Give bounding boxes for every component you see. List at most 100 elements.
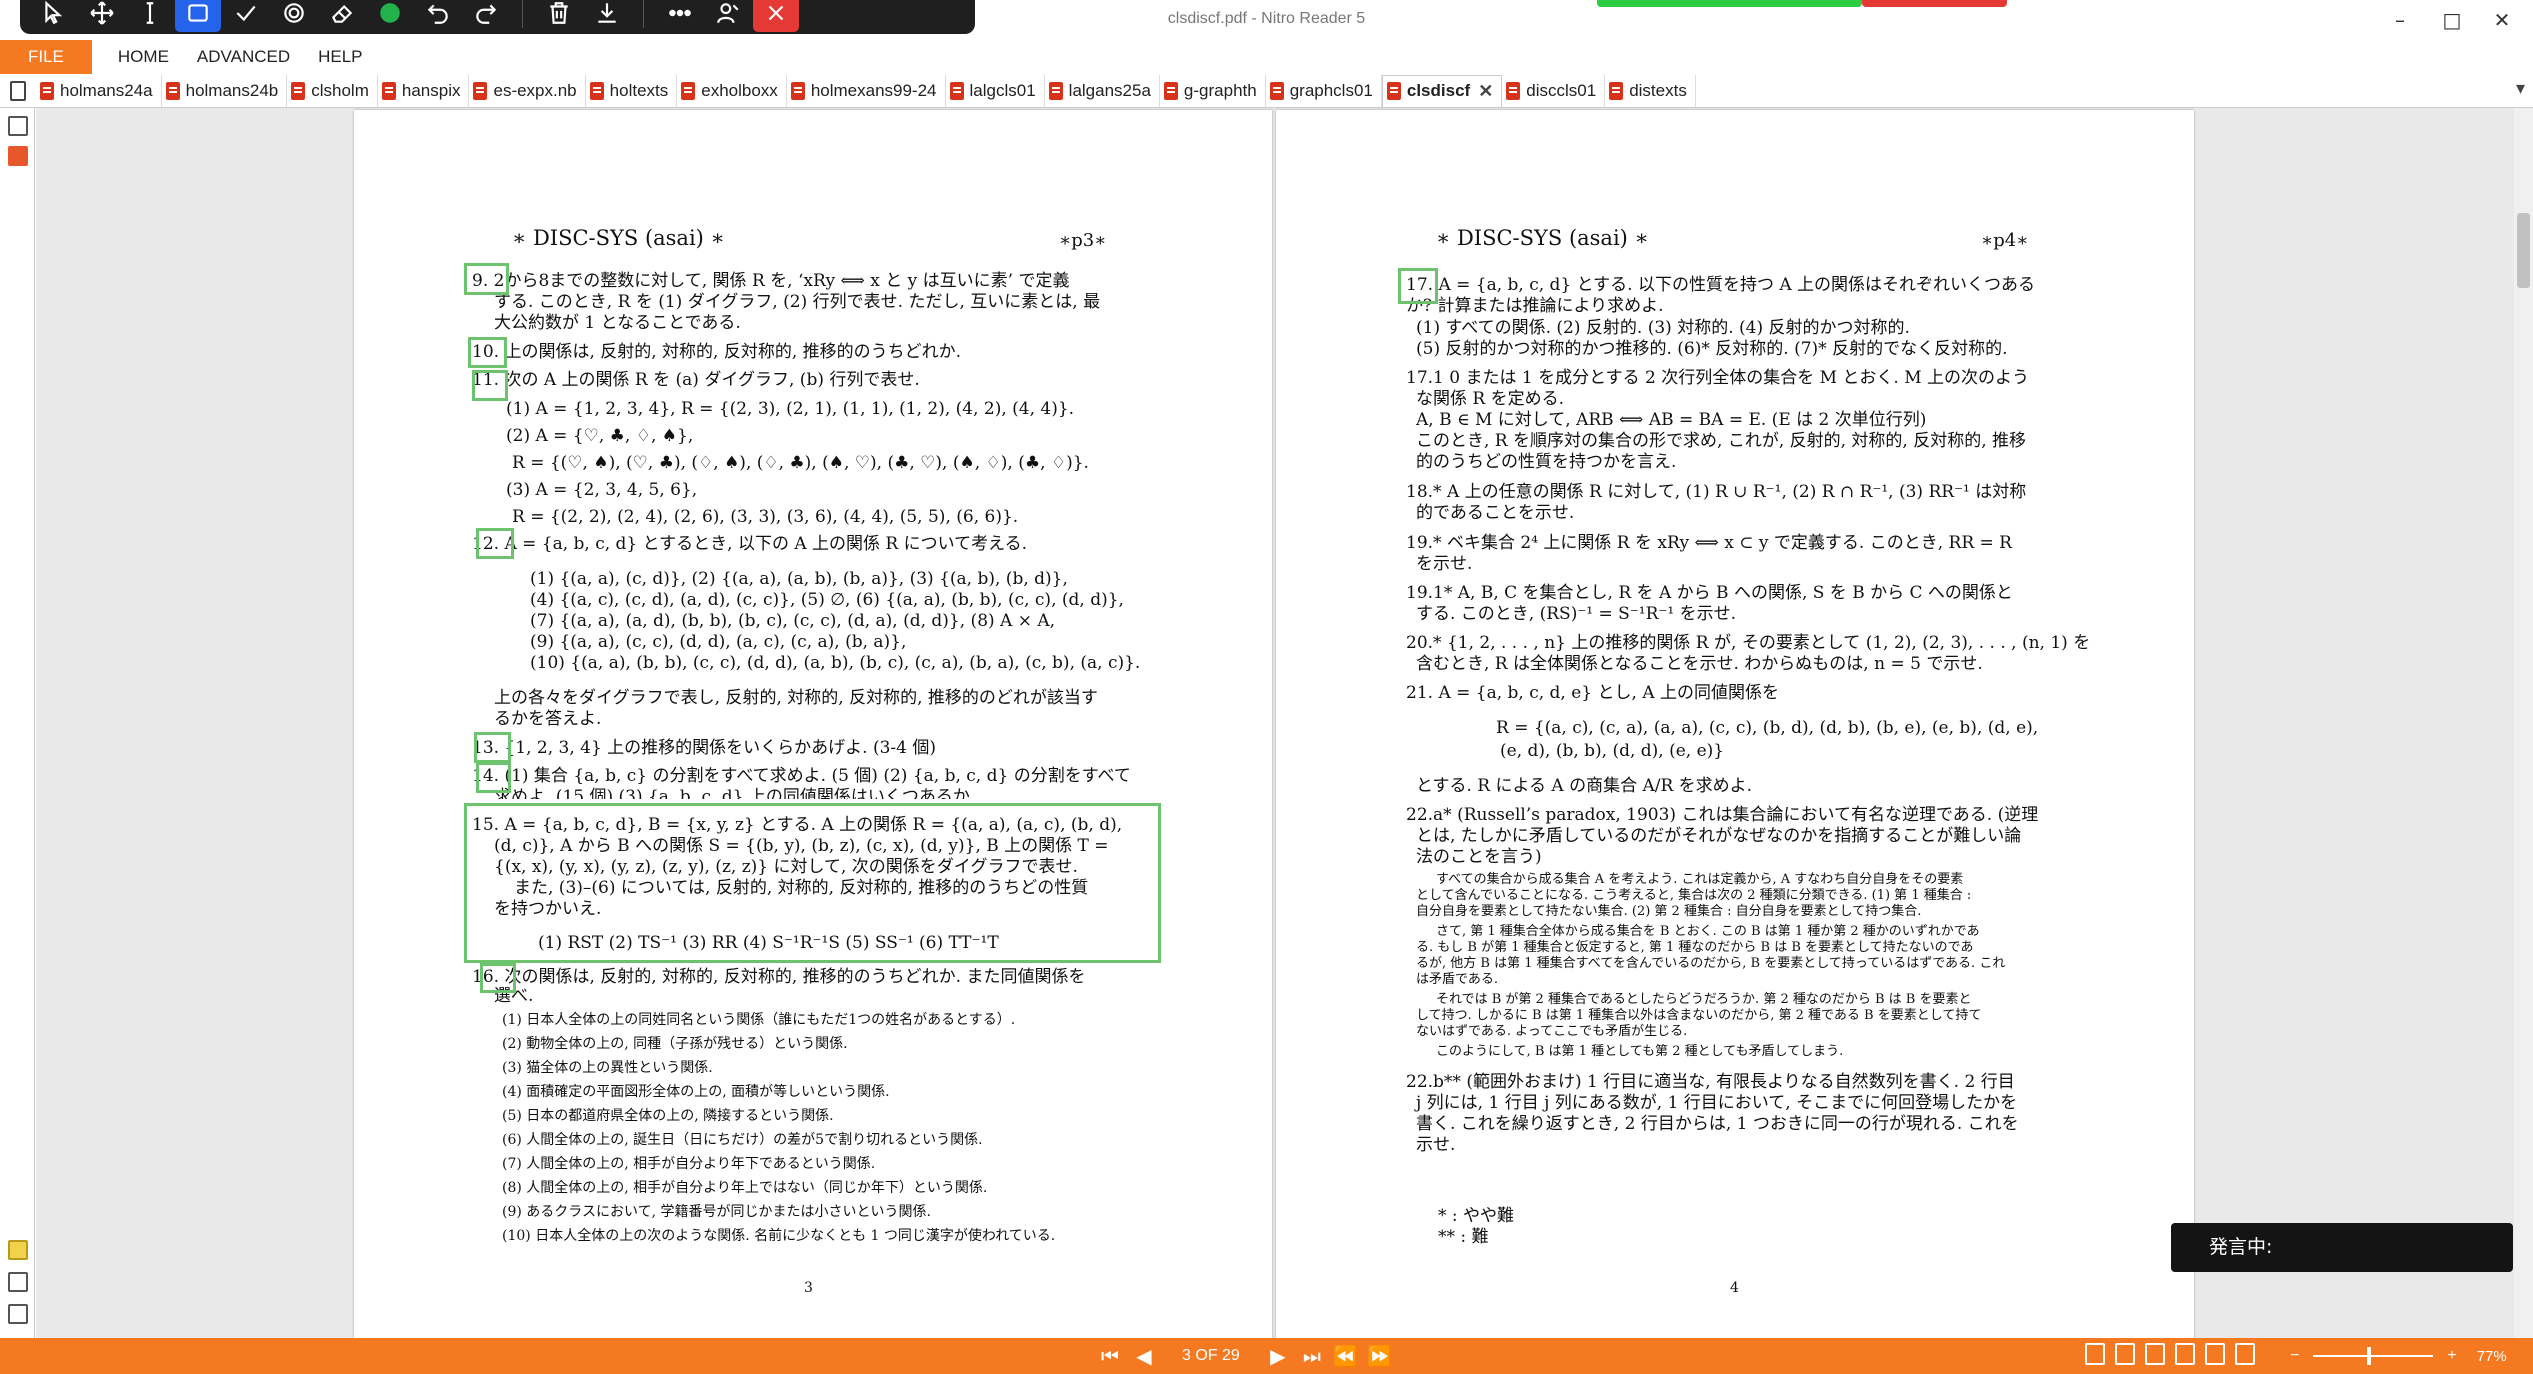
vertical-scrollbar[interactable] <box>2514 108 2533 1338</box>
fit-page-icon[interactable] <box>2205 1343 2225 1365</box>
redo-icon[interactable] <box>463 0 509 32</box>
tab-distexts[interactable]: distexts <box>1605 74 1696 107</box>
single-page-icon[interactable] <box>2085 1343 2105 1365</box>
highlight-box-13[interactable] <box>474 732 511 763</box>
tab-clsdiscf[interactable]: clsdiscf ✕ <box>1381 74 1503 107</box>
tab-holtexts[interactable]: holtexts <box>586 74 678 107</box>
zoom-out-button[interactable]: − <box>2290 1347 2299 1365</box>
target-icon[interactable] <box>271 0 317 32</box>
highlight-box-9[interactable] <box>464 263 509 295</box>
pointer-icon[interactable] <box>31 0 77 32</box>
outline-icon[interactable] <box>8 1304 28 1324</box>
tab-clsholm[interactable]: clsholm <box>287 74 378 107</box>
tab-es-expx[interactable]: es-expx.nb <box>469 74 586 107</box>
zoom-level[interactable]: 77% <box>2477 1348 2507 1365</box>
highlight-box-15[interactable] <box>464 803 1161 963</box>
paradox-text-2: として含んでいることになる. こう考えると, 集合は次の 2 種類に分類できる.… <box>1416 888 1972 903</box>
zoom-slider-thumb[interactable] <box>2367 1347 2372 1365</box>
tab-close-button[interactable]: ✕ <box>1478 81 1493 102</box>
menu-home[interactable]: HOME <box>104 40 183 74</box>
text-cursor-icon[interactable] <box>127 0 173 32</box>
trash-icon[interactable] <box>536 0 582 32</box>
fit-width-icon[interactable] <box>2235 1343 2255 1365</box>
tab-holmans24b[interactable]: holmans24b <box>162 74 288 107</box>
problem-16-item3: (3) 猫全体の上の異性という関係. <box>502 1060 713 1076</box>
check-icon[interactable] <box>223 0 269 32</box>
back-view-icon[interactable]: ⏪ <box>1332 1342 1360 1370</box>
page-number: 3 <box>804 1280 813 1296</box>
page-count[interactable]: 3 OF 29 <box>1164 1347 1258 1365</box>
highlight-box-11[interactable] <box>472 370 508 401</box>
move-icon[interactable] <box>79 0 125 32</box>
menu-advanced[interactable]: ADVANCED <box>183 40 304 74</box>
highlight-box-12[interactable] <box>476 528 514 559</box>
view-mode-icons <box>2085 1343 2255 1365</box>
person-icon[interactable] <box>705 0 751 32</box>
zoom-in-button[interactable]: + <box>2447 1347 2456 1365</box>
highlight-box-14[interactable] <box>476 762 511 793</box>
eraser-icon[interactable] <box>319 0 365 32</box>
bookmarks-icon[interactable] <box>8 146 28 166</box>
minimize-button[interactable]: – <box>2380 6 2420 34</box>
scrollbar-thumb[interactable] <box>2517 213 2530 288</box>
tab-g-graphth[interactable]: g-graphth <box>1160 74 1266 107</box>
attachments-icon[interactable] <box>8 1272 28 1292</box>
problem-16-item9: (9) あるクラスにおいて, 学籍番号が同じかまたは小さいという関係. <box>502 1204 931 1220</box>
zoom-control: − + 77% <box>2290 1338 2507 1374</box>
rectangle-icon[interactable] <box>175 0 221 32</box>
pages-icon[interactable] <box>8 116 28 136</box>
paradox-text-9: して持つ. しかるに B は第 1 種集合以外は含まないのだから, 第 2 種で… <box>1416 1008 1982 1023</box>
tab-lalgans25a[interactable]: lalgans25a <box>1045 74 1160 107</box>
problem-9-line1: 9. 2から8までの整数に対して, 関係 R を, ‘xRy ⟺ x と y は… <box>472 271 1070 291</box>
undo-icon[interactable] <box>415 0 461 32</box>
paradox-text-1: すべての集合から成る集合 A を考えよう. これは定義から, A すなわち自分自… <box>1436 872 1964 887</box>
last-page-icon[interactable]: ⏭ <box>1298 1342 1326 1370</box>
window-close-button[interactable]: ✕ <box>2482 6 2522 34</box>
problem-22b-line1: 22.b** (範囲外おまけ) 1 行目に適当な, 有限長よりなる自然数列を書く… <box>1406 1072 2015 1092</box>
problem-12-line5: (10) {(a, a), (b, b), (c, c), (d, d), (a… <box>530 653 1141 673</box>
facing-continuous-icon[interactable] <box>2175 1343 2195 1365</box>
problem-20-line1: 20.* {1, 2, . . . , n} 上の推移的関係 R が, その要素… <box>1406 633 2091 653</box>
pdf-page-4: ∗ DISC-SYS (asai) ∗ ∗p4∗ 17. A = {a, b, … <box>1276 110 2194 1338</box>
problem-10: 10. 上の関係は, 反射的, 対称的, 反対称的, 推移的のうちどれか. <box>472 342 962 362</box>
menu-file[interactable]: FILE <box>0 40 92 74</box>
continuous-icon[interactable] <box>2115 1343 2135 1365</box>
zoom-slider[interactable] <box>2313 1347 2434 1365</box>
more-icon[interactable] <box>657 0 703 32</box>
tab-overflow-button[interactable]: ▾ <box>2516 78 2525 99</box>
tab-graphcls01[interactable]: graphcls01 <box>1266 74 1382 107</box>
highlight-box-17[interactable] <box>1398 268 1438 304</box>
pdf-icon <box>291 81 306 100</box>
problem-9-line2: する. このとき, R を (1) ダイグラフ, (2) 行列で表せ. ただし,… <box>494 292 1101 312</box>
problem-16-item2: (2) 動物全体の上の, 同種（子孫が残せる）という関係. <box>502 1036 848 1052</box>
tab-holmans24a[interactable]: holmans24a <box>36 74 162 107</box>
problem-12-instruction2: るかを答えよ. <box>494 709 602 729</box>
page-header-left: ∗ DISC-SYS (asai) ∗ <box>1436 226 1649 250</box>
first-page-icon[interactable]: ⏮ <box>1096 1342 1124 1370</box>
highlight-box-16[interactable] <box>480 963 516 993</box>
tab-holmexans99-24[interactable]: holmexans99-24 <box>787 74 946 107</box>
download-icon[interactable] <box>584 0 630 32</box>
problem-12-line2: (4) {(a, c), (c, d), (a, d), (c, c)}, (5… <box>530 590 1124 610</box>
previous-page-icon[interactable]: ◀ <box>1130 1342 1158 1370</box>
tab-exholboxx[interactable]: exholboxx <box>677 74 787 107</box>
facing-icon[interactable] <box>2145 1343 2165 1365</box>
problem-17-line2: か? 計算または推論により求めよ. <box>1406 296 1664 316</box>
maximize-button[interactable]: □ <box>2432 6 2472 34</box>
speech-status-panel: 発言中: <box>2171 1223 2513 1272</box>
page-icon[interactable] <box>0 75 36 107</box>
forward-view-icon[interactable]: ⏩ <box>1366 1342 1394 1370</box>
problem-13: 13. {1, 2, 3, 4} 上の推移的関係をいくらかあげよ. (3-4 個… <box>472 738 937 758</box>
comments-icon[interactable] <box>8 1240 28 1260</box>
circle-icon[interactable] <box>367 0 413 32</box>
close-icon[interactable] <box>753 0 799 32</box>
tab-lalgcls01[interactable]: lalgcls01 <box>946 74 1045 107</box>
next-page-icon[interactable]: ▶ <box>1264 1342 1292 1370</box>
pdf-icon <box>1163 81 1178 100</box>
paradox-text-3: 自分自身を要素として持たない集合. (2) 第 2 種集合 : 自分自身を要素と… <box>1416 904 1922 919</box>
tab-disccls01[interactable]: disccls01 <box>1502 74 1606 107</box>
problem-16-item6: (6) 人間全体の上の, 誕生日（日にちだけ）の差が5で割り切れるという関係. <box>502 1132 983 1148</box>
menu-help[interactable]: HELP <box>304 40 376 74</box>
tab-hanspix[interactable]: hanspix <box>378 74 470 107</box>
highlight-box-10[interactable] <box>468 337 507 368</box>
